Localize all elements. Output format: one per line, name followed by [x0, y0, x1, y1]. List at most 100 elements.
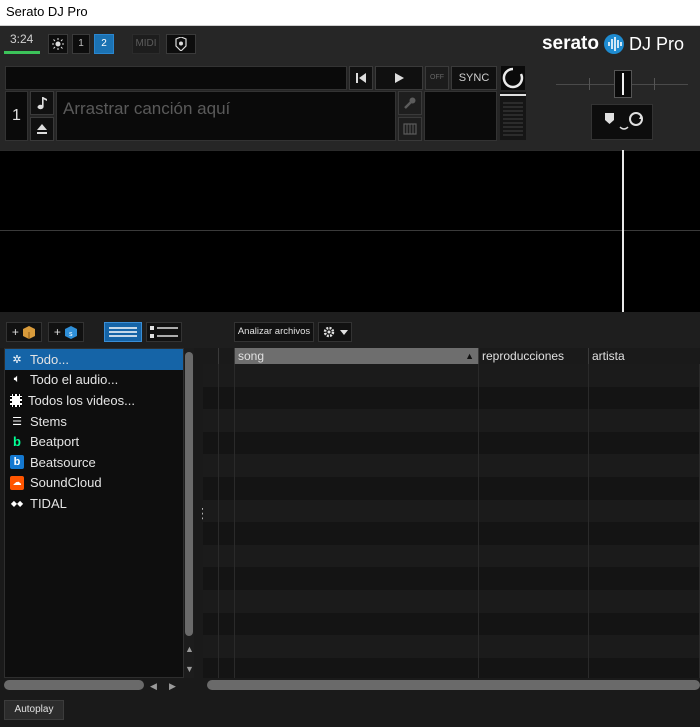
deck-switch-button[interactable] [591, 104, 653, 140]
table-row [203, 386, 700, 410]
table-row [203, 454, 700, 477]
speaker-icon: 🔈︎ [13, 373, 21, 386]
scroll-left-arrow[interactable]: ◀ [150, 681, 157, 692]
autoplay-button[interactable]: Autoplay [4, 700, 64, 720]
track-drop-zone[interactable]: Arrastrar canción aquí [56, 91, 396, 141]
pitch-meter [500, 92, 526, 140]
column-label: artista [592, 349, 625, 363]
crate-all[interactable]: ✲ Todo... [5, 349, 183, 370]
crate-beatport[interactable]: b Beatport [5, 431, 183, 452]
main-waveform[interactable] [0, 150, 700, 312]
track-list-header: song ▲ reproducciones artista [203, 348, 700, 364]
crate-all-audio[interactable]: 🔈︎ Todo el audio... [5, 370, 183, 391]
sun-icon [52, 38, 64, 50]
library-settings-button[interactable] [318, 322, 352, 342]
skip-back-icon [356, 73, 366, 83]
overview-waveform[interactable] [5, 66, 347, 90]
crate-label: SoundCloud [30, 475, 102, 491]
track-list-horizontal-scrollbar[interactable] [207, 680, 700, 690]
column-song[interactable]: song ▲ [235, 348, 479, 364]
sync-button[interactable]: SYNC [451, 66, 497, 90]
crate-stems[interactable]: ☰ Stems [5, 411, 183, 432]
serato-mark-icon [603, 34, 624, 54]
logo-text: serato [541, 33, 599, 54]
crate-box-icon [23, 326, 36, 339]
track-list: song ▲ reproducciones artista [203, 348, 700, 678]
track-info-button[interactable] [30, 91, 54, 115]
play-button[interactable] [375, 66, 423, 90]
plus-icon: + [11, 325, 19, 339]
beatsource-icon: b [10, 455, 24, 470]
add-crate-button[interactable]: + [6, 322, 42, 342]
crate-label: Todo... [30, 351, 70, 367]
eject-button[interactable] [30, 117, 54, 141]
tempo-dial-icon [502, 67, 524, 89]
crate-label: Todo el audio... [30, 372, 119, 388]
scroll-up-arrow[interactable]: ▲ [185, 644, 194, 654]
play-icon [395, 73, 404, 83]
table-row [203, 657, 700, 678]
eject-icon [37, 124, 47, 134]
stems-icon: ☰ [12, 415, 22, 428]
crate-soundcloud[interactable]: ☁ SoundCloud [5, 473, 183, 494]
column-plays[interactable]: reproducciones [479, 348, 589, 364]
table-row [203, 364, 700, 387]
table-row [203, 522, 700, 545]
logo-suffix: DJ Pro [628, 34, 684, 54]
crate-all-videos[interactable]: Todos los videos... [5, 390, 183, 411]
scroll-right-arrow[interactable]: ▶ [169, 681, 176, 692]
table-row [203, 544, 700, 568]
sync-off-button[interactable]: OFF [425, 66, 449, 90]
crate-label: Beatsource [30, 454, 96, 470]
gear-icon [324, 326, 335, 338]
serato-logo: serato DJ Pro [542, 30, 684, 58]
list-view-button[interactable] [104, 322, 142, 342]
plus-icon: + [53, 325, 61, 339]
crossfader-handle[interactable] [614, 70, 632, 98]
table-row [203, 476, 700, 500]
settings-button[interactable] [166, 34, 196, 54]
track-rows [203, 364, 700, 678]
soundcloud-icon: ☁ [10, 475, 24, 490]
key-lock-button[interactable] [398, 91, 422, 115]
table-row [203, 612, 700, 636]
smart-crate-icon: s [65, 326, 78, 339]
settings-shield-icon [175, 36, 187, 52]
analyze-files-button[interactable]: Analizar archivos [234, 322, 314, 342]
add-smart-crate-button[interactable]: + s [48, 322, 84, 342]
table-row [203, 409, 700, 432]
detail-view-button[interactable] [146, 322, 182, 342]
detail-list-icon [150, 326, 178, 338]
bpm-display [424, 91, 497, 141]
column-status[interactable] [203, 348, 219, 364]
column-artist[interactable]: artista [589, 348, 700, 364]
panel-splitter[interactable]: ⋮ [196, 506, 210, 530]
pitch-control-button[interactable] [398, 117, 422, 141]
table-row [203, 431, 700, 455]
deck-2-button[interactable]: 2 [94, 34, 114, 54]
sort-ascending-icon: ▲ [465, 351, 474, 361]
list-view-icon [109, 327, 137, 337]
crate-beatsource[interactable]: b Beatsource [5, 452, 183, 473]
deck-1-button[interactable]: 1 [72, 34, 90, 54]
playhead-marker [622, 150, 624, 312]
keyboard-icon [403, 123, 417, 135]
previous-track-button[interactable] [349, 66, 373, 90]
bottom-bar [0, 694, 700, 727]
deck-number: 1 [5, 91, 28, 141]
midi-button[interactable]: MIDI [132, 34, 160, 54]
clock-readout: 3:24 [10, 32, 34, 46]
clock-indicator [4, 51, 40, 54]
crate-label: Todos los videos... [28, 392, 135, 408]
crossfader-tick [589, 78, 590, 90]
crate-label: TIDAL [30, 495, 67, 511]
sidebar-horizontal-scrollbar[interactable] [4, 680, 144, 690]
tempo-dial[interactable] [501, 66, 525, 90]
table-row [203, 635, 700, 658]
scroll-down-arrow[interactable]: ▼ [185, 664, 194, 674]
column-flag[interactable] [219, 348, 235, 364]
brightness-button[interactable] [48, 34, 68, 54]
crate-tidal[interactable]: ◆◆ TIDAL [5, 493, 183, 514]
sidebar-scroll-thumb[interactable] [185, 352, 193, 636]
crossfader-tick [654, 78, 655, 90]
